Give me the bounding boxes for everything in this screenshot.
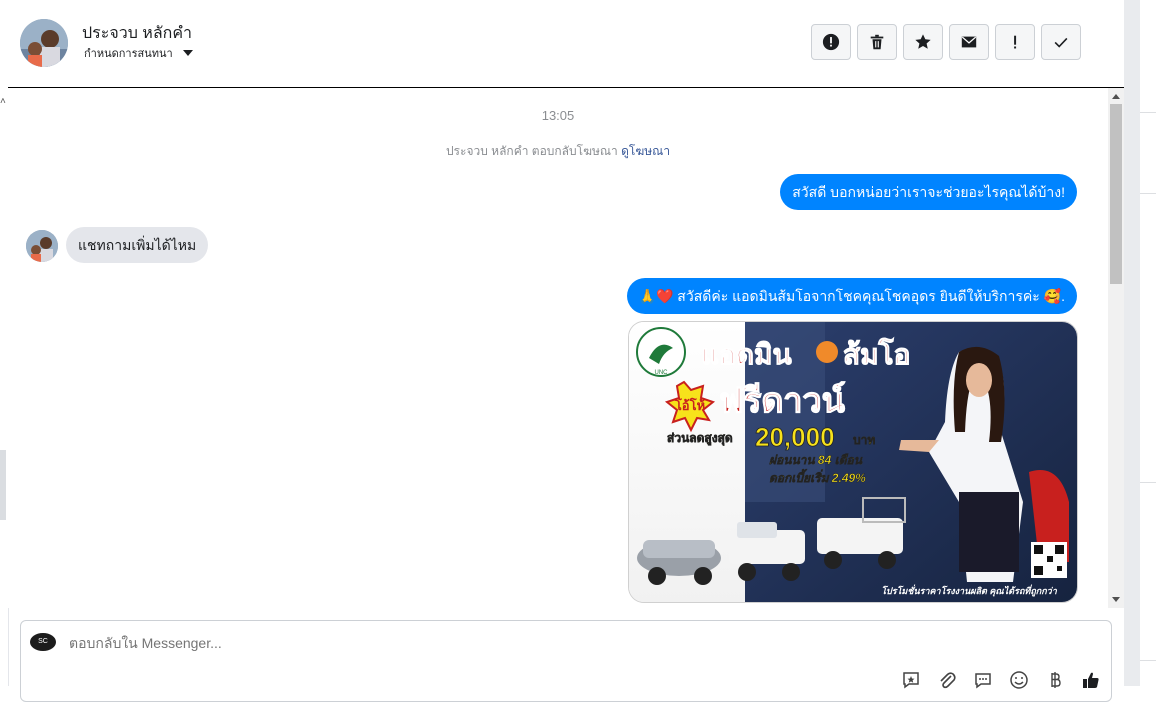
ad-interest: ดอกเบี้ยเริ่ม 2.49%: [769, 469, 866, 485]
conversation-header: ประจวบ หลักคำ กำหนดการสนทนา: [8, 0, 1124, 88]
contact-avatar[interactable]: [20, 19, 68, 67]
emoji-button[interactable]: [1007, 669, 1031, 691]
payment-button[interactable]: [1043, 669, 1067, 691]
saved-reply-button[interactable]: [899, 669, 923, 691]
contact-name[interactable]: ประจวบ หลักคำ: [82, 21, 192, 46]
message-thread: 13:05 ประจวบ หลักคำ ตอบกลับโฆษณา ดูโฆษณา…: [8, 88, 1108, 608]
ad-logo-text: UNC: [655, 370, 669, 376]
thread-scrollbar[interactable]: [1108, 88, 1124, 608]
star-icon: [915, 34, 931, 49]
star-button[interactable]: [903, 24, 943, 60]
incoming-message[interactable]: แชทถามเพิ่มได้ไหม: [66, 227, 209, 263]
baht-icon: [1051, 672, 1061, 688]
collapse-caret-icon[interactable]: ˄: [0, 96, 6, 107]
message-timestamp: 13:05: [541, 108, 575, 123]
outgoing-message[interactable]: สวัสดี บอกหน่อยว่าเราจะช่วยอะไรคุณได้บ้า…: [780, 174, 1077, 210]
message-text: สวัสดี บอกหน่อยว่าเราจะช่วยอะไรคุณได้บ้า…: [792, 184, 1065, 200]
view-ad-link[interactable]: ดูโฆษณา: [621, 144, 670, 158]
ad-title-1: แอดมิน: [701, 339, 792, 370]
assign-conversation-dropdown[interactable]: กำหนดการสนทนา: [84, 44, 193, 62]
details-panel-body: [1140, 0, 1156, 686]
envelope-icon: [961, 36, 977, 48]
alert-circle-icon: [822, 33, 840, 51]
scroll-up-arrow-icon[interactable]: [1112, 94, 1120, 99]
pray-heart-emoji: 🙏❤️: [638, 288, 674, 304]
ad-discount-unit: บาท: [853, 433, 875, 447]
mark-spam-button[interactable]: [811, 24, 851, 60]
ad-reply-note: ประจวบ หลักคำ ตอบกลับโฆษณา ดูโฆษณา: [8, 142, 1108, 161]
composer-tools: [899, 669, 1103, 691]
contact-avatar-small[interactable]: [26, 230, 58, 262]
message-text: แชทถามเพิ่มได้ไหม: [78, 237, 197, 253]
ad-badge: โอ้โห้: [674, 397, 705, 413]
ad-footer: โปรโมชั่นราคาโรงงานผลิต คุณได้รถที่ถูกกว…: [881, 584, 1058, 597]
right-details-panel: [1124, 0, 1156, 686]
thumbs-up-icon: [1083, 672, 1099, 688]
outgoing-message[interactable]: 🙏❤️ สวัสดีค่ะ แอดมินส้มโอจากโชคคุณโชคอุด…: [626, 278, 1077, 314]
details-divider: [1140, 482, 1156, 483]
assign-label: กำหนดการสนทนา: [84, 48, 173, 60]
caret-down-icon: [182, 50, 193, 56]
like-button[interactable]: [1079, 669, 1103, 691]
saved-reply-icon: [903, 672, 919, 689]
page-avatar: SC: [30, 633, 56, 651]
scroll-down-arrow-icon[interactable]: [1112, 597, 1120, 602]
conversation-actions: [811, 24, 1081, 60]
check-icon: [1054, 37, 1068, 48]
trash-icon: [870, 34, 884, 50]
scroll-thumb[interactable]: [1110, 104, 1122, 284]
attach-button[interactable]: [935, 669, 959, 691]
details-divider: [1140, 112, 1156, 113]
ad-image-attachment[interactable]: UNC แอดมิน ส้มโอ โอ้โห้ ฟรีดาวน์ ส่วนลดส…: [628, 321, 1078, 603]
ad-title-2: ส้มโอ: [843, 337, 910, 370]
attach-icon: [940, 672, 956, 689]
details-divider: [1140, 660, 1156, 661]
message-text: สวัสดีค่ะ แอดมินส้มโอจากโชคคุณโชคอุดร ยิ…: [677, 288, 1040, 304]
details-divider: [1140, 193, 1156, 194]
emoji-icon: [1010, 671, 1028, 689]
exclamation-icon: [1014, 35, 1017, 49]
reply-input[interactable]: [69, 635, 869, 651]
quick-replies-button[interactable]: [971, 669, 995, 691]
smiling-hearts-emoji: 🥰.: [1043, 288, 1065, 304]
message-composer: SC: [20, 620, 1112, 702]
follow-up-button[interactable]: [995, 24, 1035, 60]
ad-discount-value: 20,000: [755, 422, 835, 452]
chat-bubble-icon: [975, 673, 991, 689]
left-scroll-indicator: [0, 450, 6, 520]
ad-discount-label: ส่วนลดสูงสุด: [667, 431, 733, 446]
ad-installment: ผ่อนนาน 84 เดือน: [769, 453, 863, 467]
delete-button[interactable]: [857, 24, 897, 60]
ad-headline: ฟรีดาวน์: [719, 381, 845, 420]
mark-unread-button[interactable]: [949, 24, 989, 60]
mark-done-button[interactable]: [1041, 24, 1081, 60]
ad-reply-text: ประจวบ หลักคำ ตอบกลับโฆษณา: [445, 144, 618, 158]
